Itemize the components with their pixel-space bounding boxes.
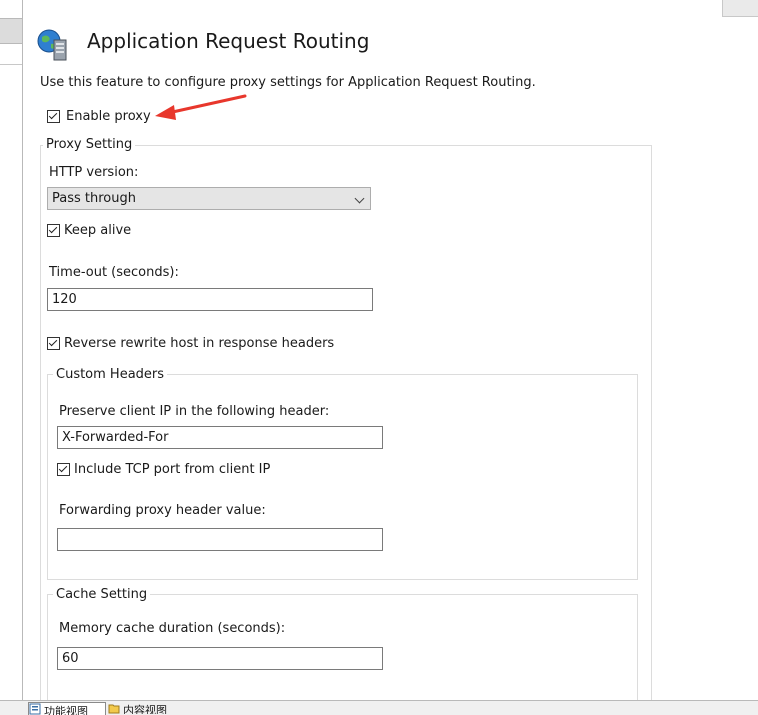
reverse-rewrite-label[interactable]: Reverse rewrite host in response headers — [64, 336, 334, 351]
timeout-input[interactable]: 120 — [47, 288, 373, 311]
http-version-value: Pass through — [52, 191, 136, 206]
left-panel-divider — [0, 64, 22, 65]
left-panel-edge — [0, 0, 23, 700]
preserve-client-ip-label: Preserve client IP in the following head… — [59, 404, 330, 419]
timeout-label: Time-out (seconds): — [49, 265, 179, 280]
tab-features-view[interactable]: 功能视图 — [28, 702, 106, 715]
forwarding-proxy-input[interactable] — [57, 528, 383, 551]
enable-proxy-label[interactable]: Enable proxy — [66, 109, 151, 124]
preserve-client-ip-input[interactable]: X-Forwarded-For — [57, 426, 383, 449]
forwarding-proxy-label: Forwarding proxy header value: — [59, 503, 266, 518]
globe-server-icon — [37, 29, 67, 61]
tab-content-view-label: 内容视图 — [123, 704, 167, 714]
reverse-rewrite-checkbox[interactable] — [47, 337, 60, 350]
feature-description: Use this feature to configure proxy sett… — [40, 75, 536, 90]
http-version-label: HTTP version: — [49, 165, 139, 180]
features-view-icon — [29, 703, 41, 715]
include-tcp-port-label[interactable]: Include TCP port from client IP — [74, 462, 270, 477]
include-tcp-port-checkbox[interactable] — [57, 463, 70, 476]
red-arrow-annotation — [155, 94, 247, 120]
cache-setting-legend: Cache Setting — [53, 587, 151, 602]
enable-proxy-checkbox[interactable] — [47, 110, 60, 123]
page-title: Application Request Routing — [87, 29, 370, 53]
proxy-setting-legend: Proxy Setting — [43, 137, 136, 152]
memory-cache-label: Memory cache duration (seconds): — [59, 621, 286, 636]
left-panel-band — [0, 18, 22, 44]
memory-cache-input[interactable]: 60 — [57, 647, 383, 670]
chevron-down-icon — [354, 193, 365, 204]
top-right-corner — [722, 0, 758, 17]
content-view-icon — [108, 704, 120, 714]
tab-content-view[interactable]: 内容视图 — [108, 702, 188, 714]
keep-alive-checkbox[interactable] — [47, 224, 60, 237]
http-version-select[interactable]: Pass through — [47, 187, 371, 210]
keep-alive-label[interactable]: Keep alive — [64, 223, 131, 238]
custom-headers-legend: Custom Headers — [53, 367, 168, 382]
